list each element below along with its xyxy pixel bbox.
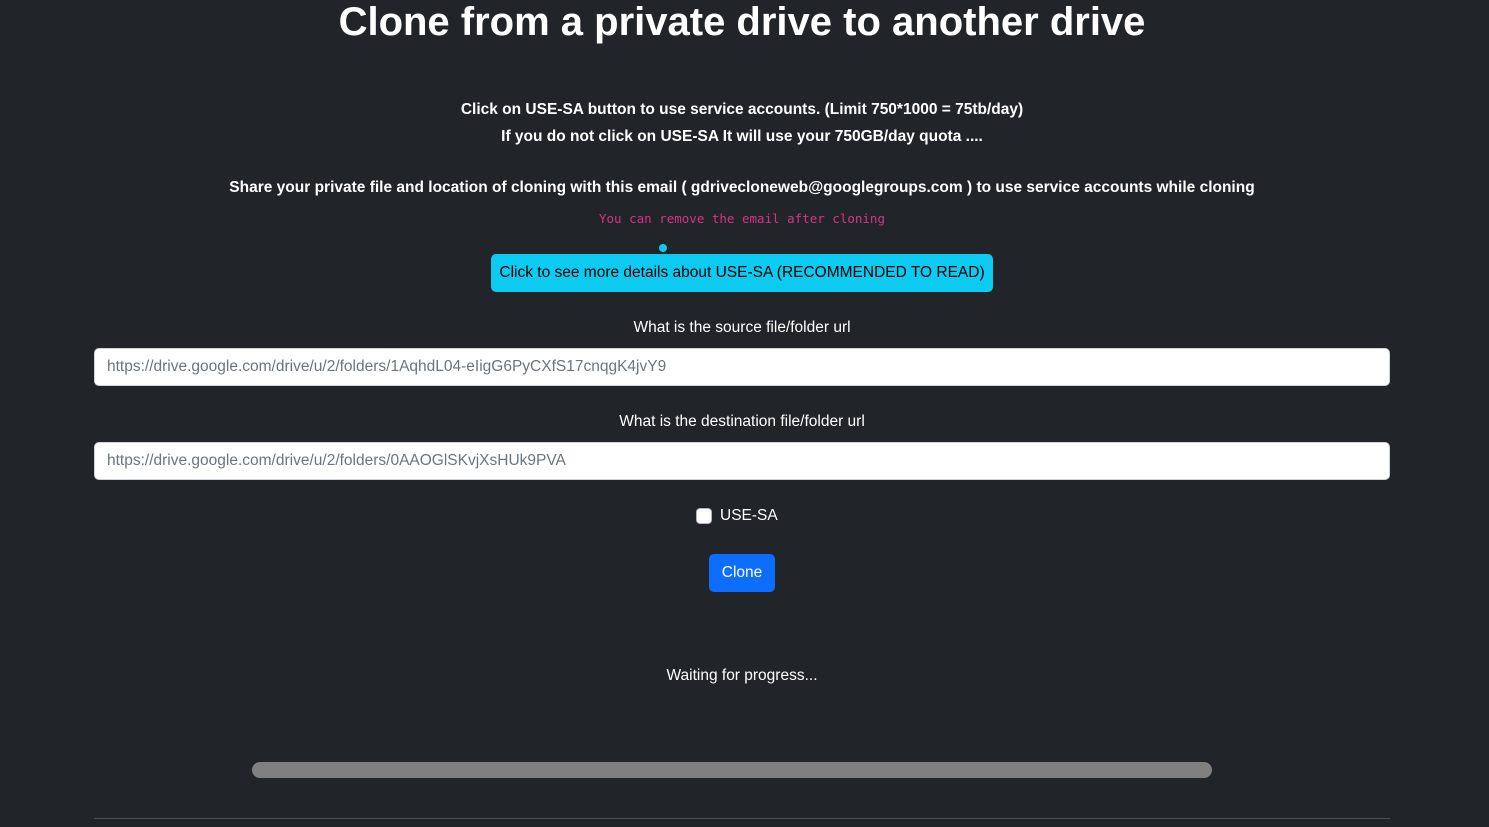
destination-url-input[interactable] — [94, 442, 1390, 480]
use-sa-details-button[interactable]: Click to see more details about USE-SA (… — [491, 254, 993, 292]
clone-button[interactable]: Clone — [709, 554, 775, 592]
use-sa-checkbox[interactable] — [696, 508, 712, 524]
remove-email-note: You can remove the email after cloning — [599, 211, 885, 226]
indicator-dot — [659, 244, 667, 252]
use-sa-label[interactable]: USE-SA — [720, 506, 778, 526]
source-url-input[interactable] — [94, 348, 1390, 386]
footer-divider — [94, 818, 1390, 819]
source-url-label: What is the source file/folder url — [633, 319, 851, 336]
quota-info: If you do not click on USE-SA It will us… — [501, 128, 983, 145]
use-sa-option[interactable]: USE-SA — [696, 506, 778, 526]
destination-url-label: What is the destination file/folder url — [619, 413, 865, 430]
share-email-info: Share your private file and location of … — [229, 179, 1255, 196]
clone-page: Clone from a private drive to another dr… — [0, 0, 1489, 827]
sa-limit-info: Click on USE-SA button to use service ac… — [460, 101, 1024, 118]
page-title: Clone from a private drive to another dr… — [338, 0, 1146, 44]
progress-status: Waiting for progress... — [666, 667, 818, 684]
progress-bar — [252, 762, 1212, 778]
